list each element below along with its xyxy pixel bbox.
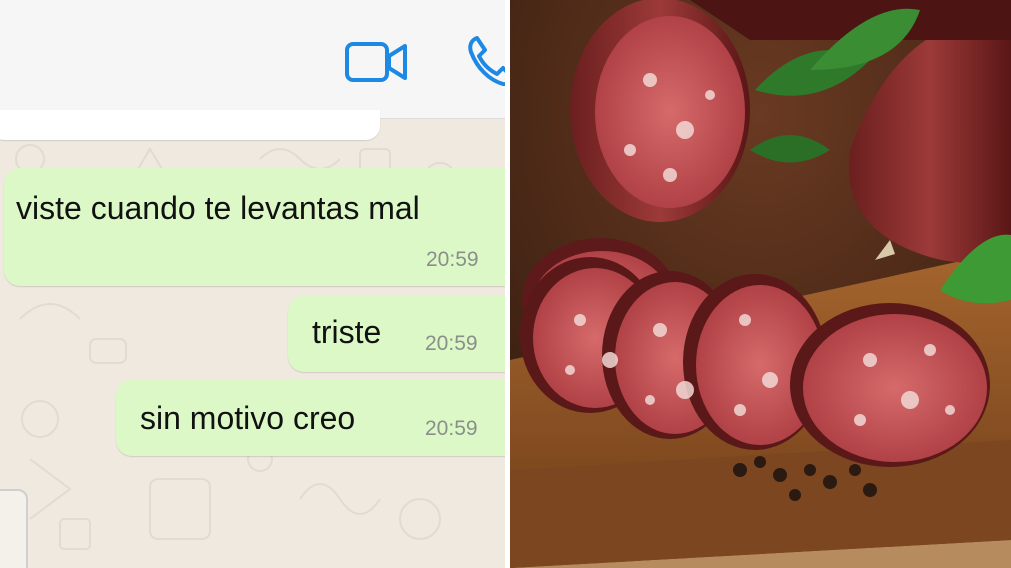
outgoing-message-bubble[interactable]: triste 20:59 [288,296,505,372]
message-text: sin motivo creo [140,400,356,436]
salami-image [510,0,1011,568]
message-time: 20:59 [426,248,479,271]
message-text: triste [312,314,382,350]
message-time: 20:59 [425,332,478,355]
outgoing-message-bubble[interactable]: sin motivo creo 20:59 [116,380,505,456]
salami-photo [510,0,1011,568]
previous-message-bubble [0,110,380,140]
chat-header [0,0,505,119]
message-time: 20:59 [425,417,478,440]
chat-screenshot: viste cuando te levantas mal 20:59 trist… [0,0,505,568]
phone-call-icon[interactable] [467,34,505,86]
partial-ui-element [0,489,28,568]
outgoing-message-bubble[interactable]: viste cuando te levantas mal 20:59 [4,168,505,286]
message-text: viste cuando te levantas mal [16,190,420,226]
video-call-icon[interactable] [345,40,409,84]
